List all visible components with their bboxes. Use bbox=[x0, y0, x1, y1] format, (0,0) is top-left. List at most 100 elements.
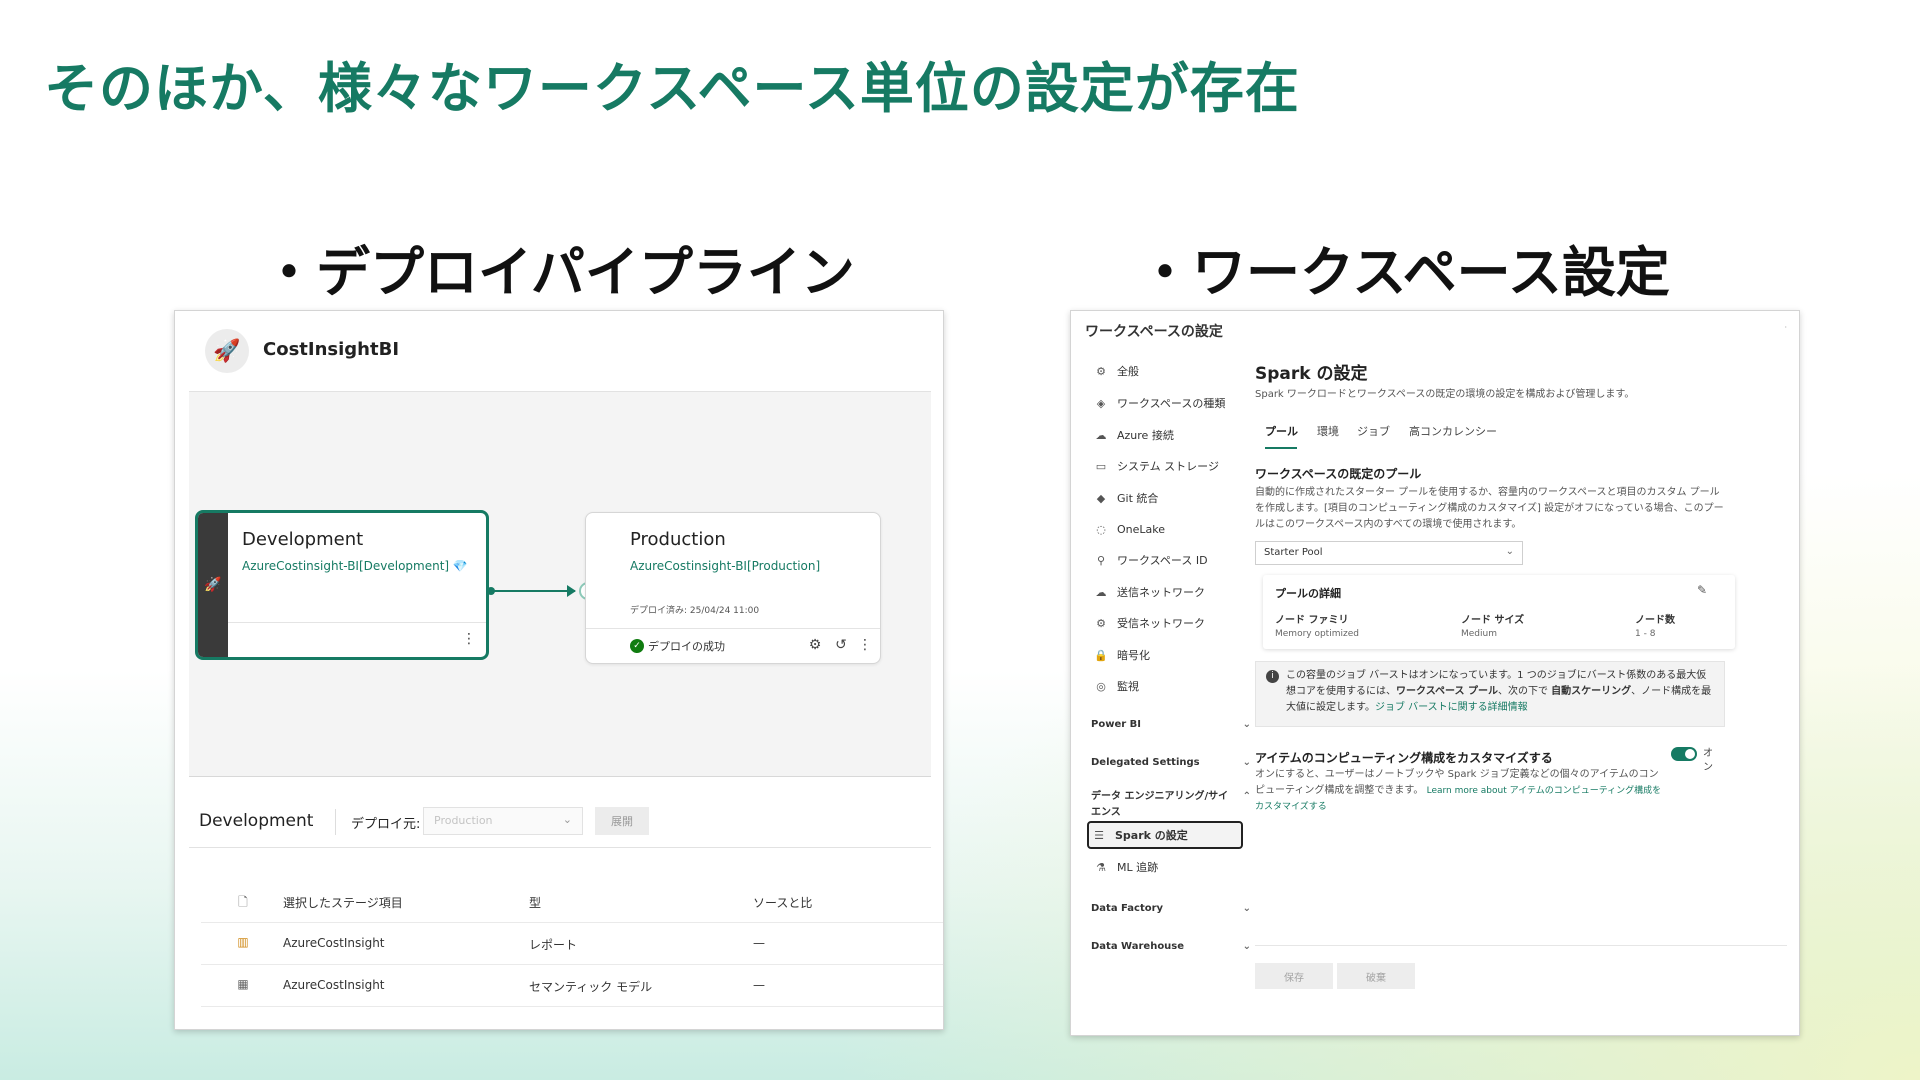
section-description: 自動的に作成されたスターター プールを使用するか、容量内のワークスペースと項目の… bbox=[1255, 487, 1724, 530]
deploy-source-select[interactable]: Production ⌄ bbox=[423, 807, 583, 835]
nav-group-power-bi[interactable]: Power BI ⌄ bbox=[1091, 719, 1251, 730]
page-description: Spark ワークロードとワークスペースの既定の環境の設定を構成および管理します… bbox=[1255, 389, 1635, 400]
nav-item-inbound-network[interactable]: ⚙ 受信ネットワーク bbox=[1091, 609, 1251, 637]
compute-customize-title: アイテムのコンピューティング構成をカスタマイズする bbox=[1255, 751, 1553, 765]
workspace-settings-screenshot: ワークスペースの設定 · ⚙ 全般 ◈ ワークスペースの種類 ☁ Azure 接… bbox=[1070, 310, 1800, 1036]
edit-pencil-icon[interactable]: ✎ bbox=[1697, 583, 1707, 597]
nav-item-general[interactable]: ⚙ 全般 bbox=[1091, 357, 1251, 385]
chevron-down-icon: ⌄ bbox=[1505, 546, 1514, 557]
stage-production-card[interactable]: Production AzureCostinsight-BI[Productio… bbox=[585, 512, 881, 664]
tab-environment[interactable]: 環境 bbox=[1317, 423, 1339, 439]
chevron-down-icon: ⌄ bbox=[562, 813, 572, 826]
toggle-knob bbox=[1685, 749, 1695, 759]
tab-high-concurrency[interactable]: 高コンカレンシー bbox=[1409, 423, 1497, 439]
deployed-timestamp: デプロイ済み: 25/04/24 11:00 bbox=[630, 606, 760, 616]
monitor-icon: ◎ bbox=[1096, 679, 1106, 693]
deploy-source-value: Production bbox=[434, 814, 493, 827]
nav-item-label: システム ストレージ bbox=[1117, 460, 1219, 473]
pipeline-header: 🚀 CostInsightBI bbox=[175, 311, 943, 391]
nav-item-ml-tracking[interactable]: ⚗ ML 追跡 bbox=[1091, 853, 1251, 881]
job-burst-link[interactable]: ジョブ バーストに関する詳細情報 bbox=[1375, 702, 1528, 713]
table-header-row: 🗋 選択したステージ項目 型 ソースと比 bbox=[201, 881, 943, 923]
node-family-value: Memory optimized bbox=[1275, 629, 1359, 639]
nav-group-label: Data Warehouse bbox=[1091, 941, 1185, 952]
nav-item-label: 全般 bbox=[1117, 365, 1139, 378]
nav-item-system-storage[interactable]: ▭ システム ストレージ bbox=[1091, 452, 1251, 480]
nav-item-label: 暗号化 bbox=[1117, 649, 1150, 662]
stage-workspace-link[interactable]: AzureCostinsight-BI[Production] bbox=[630, 559, 820, 573]
deploy-settings-icon[interactable]: ⚙ bbox=[808, 637, 822, 653]
toolbar-divider-line bbox=[189, 847, 931, 848]
slide-title: そのほか、様々なワークスペース単位の設定が存在 bbox=[44, 57, 1300, 120]
tab-job[interactable]: ジョブ bbox=[1357, 423, 1390, 439]
nav-item-monitoring[interactable]: ◎ 監視 bbox=[1091, 672, 1251, 700]
default-pool-select[interactable]: Starter Pool ⌄ bbox=[1255, 541, 1523, 565]
nav-item-outbound-network[interactable]: ☁ 送信ネットワーク bbox=[1091, 578, 1251, 606]
toggle-state-label: オン bbox=[1703, 748, 1713, 773]
more-options-icon[interactable]: ⋮ bbox=[462, 631, 476, 647]
nav-item-onelake[interactable]: ◌ OneLake bbox=[1091, 515, 1251, 543]
item-type: レポート bbox=[529, 938, 578, 952]
nav-item-workspace-type[interactable]: ◈ ワークスペースの種類 bbox=[1091, 389, 1251, 417]
nav-item-spark-settings[interactable]: ☰ Spark の設定 bbox=[1087, 821, 1243, 849]
item-compare: — bbox=[753, 936, 765, 950]
nav-item-azure-connection[interactable]: ☁ Azure 接続 bbox=[1091, 421, 1251, 449]
node-count-label: ノード数 bbox=[1635, 615, 1675, 626]
column-header-name[interactable]: 選択したステージ項目 bbox=[283, 894, 403, 911]
pool-details-card: プールの詳細 ✎ ノード ファミリ Memory optimized ノード サ… bbox=[1263, 575, 1735, 649]
nav-item-encryption[interactable]: 🔒 暗号化 bbox=[1091, 641, 1251, 669]
item-name: AzureCostInsight bbox=[283, 978, 385, 992]
column-header-compare[interactable]: ソースと比 bbox=[753, 894, 812, 911]
nav-item-label: OneLake bbox=[1117, 522, 1166, 536]
inbound-network-icon: ⚙ bbox=[1096, 616, 1106, 630]
nav-group-label: Power BI bbox=[1091, 719, 1141, 730]
tab-pool[interactable]: プール bbox=[1265, 423, 1298, 439]
workspace-settings-heading: ・ワークスペース設定 bbox=[1138, 241, 1670, 304]
nav-group-label: Data Factory bbox=[1091, 903, 1164, 914]
nav-group-delegated-settings[interactable]: Delegated Settings ⌄ bbox=[1091, 757, 1251, 768]
nav-item-git[interactable]: ◆ Git 統合 bbox=[1091, 484, 1251, 512]
settings-main-pane: Spark の設定 Spark ワークロードとワークスペースの既定の環境の設定を… bbox=[1255, 311, 1795, 1035]
page-title: Spark の設定 bbox=[1255, 364, 1368, 384]
storage-icon: ▭ bbox=[1095, 459, 1107, 473]
deploy-from-label: デプロイ元: bbox=[351, 817, 421, 832]
nav-item-label: 受信ネットワーク bbox=[1117, 617, 1205, 630]
stage-development-card[interactable]: 🚀 Development AzureCostinsight-BI[Develo… bbox=[195, 510, 489, 660]
pipeline-canvas: 🚀 Development AzureCostinsight-BI[Develo… bbox=[189, 391, 931, 777]
more-options-icon[interactable]: ⋮ bbox=[858, 637, 872, 653]
table-row[interactable]: ▦ AzureCostInsight セマンティック モデル — bbox=[201, 965, 943, 1007]
stage-workspace-link[interactable]: AzureCostinsight-BI[Development] 💎 bbox=[242, 559, 468, 573]
footer-divider bbox=[1255, 945, 1787, 946]
nav-group-data-factory[interactable]: Data Factory ⌄ bbox=[1091, 903, 1251, 914]
discard-button[interactable]: 破棄 bbox=[1337, 963, 1415, 989]
compute-customize-toggle[interactable] bbox=[1671, 747, 1697, 761]
lock-icon: 🔒 bbox=[1094, 648, 1108, 662]
pipeline-heading: ・デプロイパイプライン bbox=[262, 241, 855, 304]
table-row[interactable]: ▥ AzureCostInsight レポート — bbox=[201, 923, 943, 965]
nav-item-label: 送信ネットワーク bbox=[1117, 586, 1205, 599]
info-bold: ワークスペース プール bbox=[1396, 686, 1498, 697]
item-type: セマンティック モデル bbox=[529, 980, 653, 994]
deploy-status: ✓ デプロイの成功 bbox=[630, 638, 725, 654]
identity-icon: ⚲ bbox=[1096, 553, 1106, 567]
rocket-icon: 🚀 bbox=[205, 329, 249, 373]
nav-item-label: Azure 接続 bbox=[1117, 429, 1174, 442]
chevron-down-icon: ⌄ bbox=[1242, 941, 1251, 952]
history-icon[interactable]: ↺ bbox=[834, 637, 848, 653]
active-tab-indicator bbox=[1265, 447, 1297, 449]
column-header-type[interactable]: 型 bbox=[529, 894, 541, 911]
report-icon: ▥ bbox=[237, 935, 249, 949]
outbound-network-icon: ☁ bbox=[1095, 585, 1107, 599]
save-button[interactable]: 保存 bbox=[1255, 963, 1333, 989]
pipeline-name: CostInsightBI bbox=[263, 339, 400, 360]
nav-group-data-engineering[interactable]: データ エンジニアリング/サイエンス ⌃ bbox=[1091, 789, 1251, 821]
info-bold: 自動スケーリング bbox=[1551, 686, 1632, 697]
nav-group-label: Delegated Settings bbox=[1091, 757, 1200, 768]
expand-button[interactable]: 展開 bbox=[595, 807, 649, 835]
nav-group-data-warehouse[interactable]: Data Warehouse ⌄ bbox=[1091, 941, 1251, 952]
nav-item-workspace-id[interactable]: ⚲ ワークスペース ID bbox=[1091, 546, 1251, 574]
nav-item-label: ワークスペース ID bbox=[1117, 554, 1208, 567]
nav-item-label: Spark の設定 bbox=[1115, 829, 1188, 842]
nav-group-label: データ エンジニアリング/サイエンス bbox=[1091, 791, 1229, 818]
stage-toolbar: Development デプロイ元: Production ⌄ 展開 bbox=[175, 797, 943, 845]
